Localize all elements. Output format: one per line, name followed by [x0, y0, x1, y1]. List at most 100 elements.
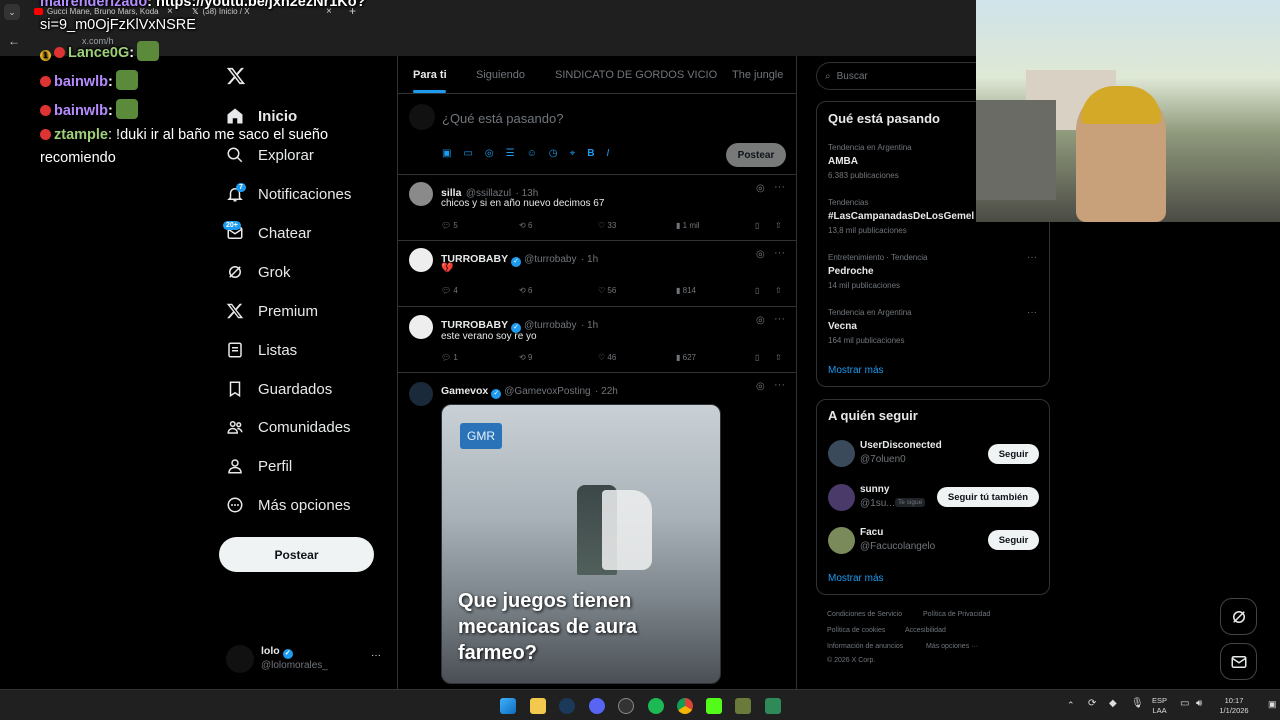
footer-link[interactable]: Política de cookies — [827, 627, 885, 634]
views-button[interactable]: ▮ 814 — [676, 286, 696, 295]
poll-icon[interactable]: ☰ — [506, 148, 515, 159]
tab-for-you[interactable]: Para ti — [413, 69, 447, 81]
more-icon[interactable]: ··· — [1027, 252, 1037, 263]
composer-post-button[interactable]: Postear — [726, 143, 786, 167]
repost-button[interactable]: ⟲ 6 — [519, 221, 532, 230]
windows-start-icon[interactable] — [500, 698, 516, 714]
bookmark-icon[interactable]: ▯ — [755, 221, 759, 230]
reply-button[interactable]: 💬︎ 5 — [441, 221, 458, 230]
notification-center-icon[interactable]: ▣ — [1268, 699, 1277, 709]
steam-icon[interactable] — [559, 698, 575, 714]
more-icon[interactable]: ··· — [1027, 307, 1037, 318]
bookmark-icon[interactable]: ▯ — [755, 353, 759, 362]
more-icon[interactable]: ··· — [774, 379, 785, 391]
trend-name[interactable]: AMBA — [828, 156, 858, 167]
nav-lists[interactable]: Listas — [226, 335, 297, 365]
location-icon[interactable]: ⌖ — [570, 148, 576, 159]
search-input[interactable]: ⌕ Buscar — [816, 62, 976, 90]
discord-icon[interactable] — [589, 698, 605, 714]
italic-icon[interactable]: I — [606, 148, 609, 159]
grok-icon[interactable]: ◎ — [485, 148, 494, 159]
tweet[interactable]: Gamevox ✓ @GamevoxPosting · 22h ◎ ··· GMR … — [398, 372, 796, 689]
trend-name[interactable]: #LasCampanadasDeLosGemel — [828, 211, 974, 222]
tab-list-sindicato[interactable]: SINDICATO DE GORDOS VICIO — [555, 69, 717, 81]
bookmark-icon[interactable]: ▯ — [755, 286, 759, 295]
repost-button[interactable]: ⟲ 6 — [519, 286, 532, 295]
bold-icon[interactable]: B — [587, 148, 594, 159]
show-more-trends[interactable]: Mostrar más — [828, 365, 884, 376]
more-icon[interactable]: ··· — [371, 650, 381, 661]
tweet[interactable]: silla @ssillazul · 13h ◎ ··· chicos y si… — [398, 174, 796, 240]
trend-name[interactable]: Pedroche — [828, 266, 874, 277]
show-more-follow[interactable]: Mostrar más — [828, 573, 884, 584]
clock[interactable]: 10:17 1/1/2026 — [1216, 696, 1252, 716]
tweet[interactable]: TURROBABY ✓ @turrobaby · 1h ◎ ··· 💔 💬︎ 4 ⟲… — [398, 240, 796, 306]
account-switcher[interactable]: lolo ✓ @lolomorales_ ··· — [226, 643, 386, 675]
composer-input[interactable]: ¿Qué está pasando? — [442, 111, 563, 126]
grok-icon[interactable]: ◎ — [756, 315, 765, 326]
repost-button[interactable]: ⟲ 9 — [519, 353, 532, 362]
nav-grok[interactable]: Grok — [226, 257, 291, 287]
reply-button[interactable]: 💬︎ 1 — [441, 353, 458, 362]
like-button[interactable]: ♡ 33 — [598, 221, 616, 230]
tray-chevron-icon[interactable]: ⌃ — [1067, 700, 1075, 710]
more-icon[interactable]: ··· — [774, 247, 785, 259]
app-icon[interactable] — [765, 698, 781, 714]
tray-app-icon[interactable]: ⟳ — [1088, 699, 1096, 709]
gif-icon[interactable]: ▭ — [463, 148, 472, 159]
grok-float-button[interactable] — [1220, 598, 1257, 635]
more-icon[interactable]: ··· — [774, 181, 785, 193]
grok-icon[interactable]: ◎ — [756, 183, 765, 194]
tray-app-icon[interactable]: ◆ — [1109, 699, 1117, 709]
nav-home[interactable]: Inicio — [226, 101, 297, 131]
footer-link[interactable]: Accesibilidad — [905, 627, 946, 634]
views-button[interactable]: ▮ 627 — [676, 353, 696, 362]
footer-link[interactable]: Política de Privacidad — [923, 611, 990, 618]
back-arrow-icon[interactable]: ← — [8, 34, 20, 48]
image-icon[interactable]: ▣ — [442, 148, 451, 159]
post-button[interactable]: Postear — [219, 537, 374, 572]
tweet[interactable]: TURROBABY ✓ @turrobaby · 1h ◎ ··· este ver… — [398, 306, 796, 372]
messages-float-button[interactable] — [1220, 643, 1257, 680]
nav-more-options[interactable]: Más opciones — [226, 490, 351, 520]
tab-list-chevron-icon[interactable]: ⌄ — [4, 4, 20, 20]
nav-communities[interactable]: Comunidades — [226, 412, 351, 442]
grok-icon[interactable]: ◎ — [756, 381, 765, 392]
nav-explore[interactable]: Explorar — [226, 140, 314, 170]
nav-bookmarks[interactable]: Guardados — [226, 374, 332, 404]
share-icon[interactable]: ⇧ — [775, 221, 782, 230]
x-logo-icon[interactable] — [226, 66, 248, 88]
language-indicator[interactable]: ESP LAA — [1152, 696, 1167, 716]
like-button[interactable]: ♡ 56 — [598, 286, 616, 295]
chrome-icon[interactable] — [677, 698, 693, 714]
volume-icon[interactable]: 🔊︎ — [1196, 699, 1202, 709]
views-button[interactable]: ▮ 1 mil — [676, 221, 700, 230]
schedule-icon[interactable]: ◷ — [549, 148, 558, 159]
follow-button[interactable]: Seguir — [988, 444, 1039, 464]
nav-profile[interactable]: Perfil — [226, 451, 292, 481]
share-icon[interactable]: ⇧ — [775, 353, 782, 362]
share-icon[interactable]: ⇧ — [775, 286, 782, 295]
follow-back-button[interactable]: Seguir tú también — [937, 487, 1039, 507]
kick-icon[interactable] — [706, 698, 722, 714]
footer-link[interactable]: Condiciones de Servicio — [827, 611, 902, 618]
tab-following[interactable]: Siguiendo — [476, 69, 525, 81]
obs-icon[interactable] — [618, 698, 634, 714]
app-icon[interactable] — [735, 698, 751, 714]
nav-premium[interactable]: Premium — [226, 296, 318, 326]
trend-name[interactable]: Vecna — [828, 321, 857, 332]
tweet-media[interactable]: GMR Que juegos tienen mecanicas de aura … — [441, 404, 721, 684]
footer-link[interactable]: Más opciones ··· — [926, 643, 978, 650]
footer-link[interactable]: Información de anuncios — [827, 643, 903, 650]
follow-button[interactable]: Seguir — [988, 530, 1039, 550]
spotify-icon[interactable] — [648, 698, 664, 714]
more-icon[interactable]: ··· — [774, 313, 785, 325]
grok-icon[interactable]: ◎ — [756, 249, 765, 260]
tab-list-jungle[interactable]: The jungle — [732, 69, 783, 81]
like-button[interactable]: ♡ 46 — [598, 353, 616, 362]
reply-button[interactable]: 💬︎ 4 — [441, 286, 458, 295]
file-explorer-icon[interactable] — [530, 698, 546, 714]
microphone-icon[interactable]: 🎙︎ — [1131, 699, 1144, 709]
emoji-icon[interactable]: ☺ — [527, 148, 537, 159]
network-icon[interactable]: ▭ — [1180, 699, 1189, 709]
